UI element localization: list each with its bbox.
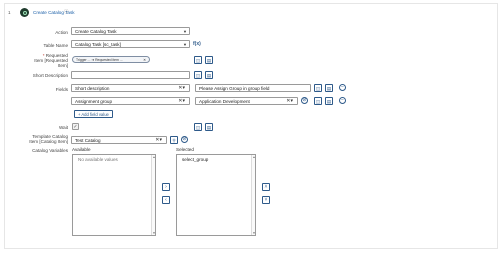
fields-label: Fields [55, 87, 68, 92]
chevron-up-icon[interactable]: ▲ [252, 155, 256, 159]
table-name-select[interactable]: Catalog Task [sc_task] ▼ [71, 40, 190, 48]
chevron-down-icon[interactable]: ▼ [152, 231, 156, 235]
info-circle-icon[interactable]: ⓘ [64, 9, 68, 15]
table-name-value: Catalog Task [sc_task] [75, 42, 121, 47]
action-value: Create Catalog Task [75, 29, 117, 34]
step-number: 1 [8, 10, 11, 15]
field-value-input[interactable]: Please Assign Group in group field [195, 84, 311, 92]
chevron-down-icon[interactable]: ▼ [252, 231, 256, 235]
template-catalog-select[interactable]: Test Catalog ✕▾ [71, 136, 167, 144]
reference-lookup-icon[interactable]: ▤ [205, 56, 213, 64]
info-circle-icon[interactable]: ⊘ [181, 136, 188, 143]
available-title: Available [72, 147, 91, 152]
chevron-down-icon: ▼ [183, 29, 187, 34]
short-description-label: Short Description [32, 73, 68, 78]
remove-row-icon[interactable]: − [339, 97, 346, 104]
short-description-input[interactable] [71, 71, 190, 79]
selected-title: Selected [176, 147, 194, 152]
reference-lookup-icon[interactable]: ▤ [205, 123, 213, 131]
field-name-select[interactable]: Short description ✕▾ [71, 84, 190, 92]
available-list[interactable]: No available values ▲ ▼ [72, 154, 156, 236]
add-field-value-button[interactable]: + Add field value [74, 110, 113, 118]
field-value-text: Application Development [199, 99, 250, 104]
selected-list[interactable]: select_group ▲ ▼ [176, 154, 256, 236]
clear-icon[interactable]: ✕▾ [178, 98, 185, 104]
template-catalog-value: Test Catalog [75, 138, 101, 143]
move-left-button[interactable]: ‹ [162, 196, 170, 204]
action-select[interactable]: Create Catalog Task ▼ [71, 27, 190, 35]
field-name-select[interactable]: Assignment group ✕▾ [71, 97, 190, 105]
action-step-icon [20, 8, 29, 17]
move-down-button[interactable]: ˅ [262, 196, 270, 204]
scrollbar[interactable]: ▲ ▼ [251, 155, 255, 235]
remove-row-icon[interactable]: − [339, 84, 346, 91]
field-name-value: Assignment group [75, 99, 113, 104]
reference-lookup-icon[interactable]: ▤ [325, 84, 333, 92]
catalog-variables-label: Catalog Variables [32, 148, 68, 153]
template-label-line2: Item [Catalog Item] [29, 139, 68, 144]
reference-lookup-icon[interactable]: ▤ [325, 97, 333, 105]
clear-icon[interactable]: ✕▾ [178, 85, 185, 91]
data-pill[interactable]: Trigger ... ➔ Requested item ... ✕ [72, 56, 150, 63]
calendar-icon[interactable]: ◫ [194, 56, 202, 64]
info-circle-icon[interactable]: ⊘ [301, 97, 308, 104]
table-name-label: Table Name [43, 43, 68, 48]
scrollbar[interactable]: ▲ ▼ [151, 155, 155, 235]
move-up-button[interactable]: ˄ [262, 183, 270, 191]
data-pill-text: Trigger ... ➔ Requested item ... [76, 58, 123, 62]
clear-icon[interactable]: ✕▾ [155, 137, 162, 143]
filter-icon[interactable]: f(x) [193, 41, 201, 47]
field-value-select[interactable]: Application Development ✕▾ [195, 97, 298, 105]
requested-item-label-line3: Item] [57, 63, 68, 68]
list-item: No available values [78, 157, 118, 162]
move-right-button[interactable]: › [162, 183, 170, 191]
calendar-icon[interactable]: ◫ [194, 123, 202, 131]
wait-checkbox[interactable]: ✓ [72, 123, 79, 130]
wait-label: Wait [58, 125, 68, 130]
field-name-value: Short description [75, 86, 110, 91]
chevron-up-icon[interactable]: ▲ [152, 155, 156, 159]
calendar-icon[interactable]: ◫ [314, 97, 322, 105]
chevron-down-icon: ▼ [183, 42, 187, 47]
field-value-text: Please Assign Group in group field [199, 86, 270, 91]
calendar-icon[interactable]: ◫ [194, 71, 202, 79]
list-item[interactable]: select_group [182, 157, 208, 162]
calendar-icon[interactable]: ◫ [314, 84, 322, 92]
search-icon[interactable]: ⚲ [170, 136, 178, 144]
close-icon[interactable]: ✕ [143, 57, 146, 63]
clear-icon[interactable]: ✕▾ [286, 98, 293, 104]
reference-lookup-icon[interactable]: ▤ [205, 71, 213, 79]
action-label: Action [55, 30, 68, 35]
